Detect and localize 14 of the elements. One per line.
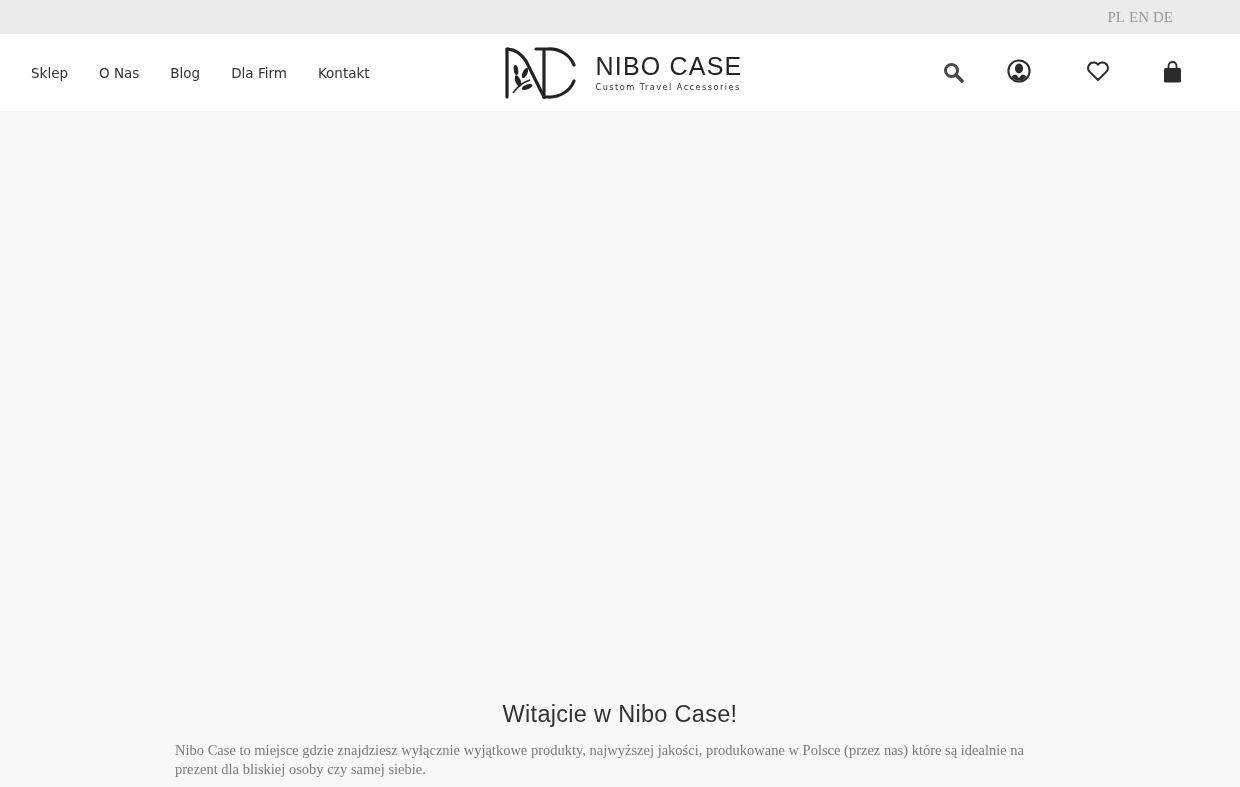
brand-name: NIBO CASE [595, 52, 743, 80]
brand-tagline: Custom Travel Accessories [595, 81, 741, 93]
nav-link[interactable]: Dla Firm [231, 64, 287, 81]
welcome-heading: Witajcie w Nibo Case! [501, 700, 739, 729]
welcome-text: Nibo Case to miejsce gdzie znajdziesz wyłącznie wyjątkowe produkty, najwyższej jakości, produkowane w Polsce (przez nas) które są idealnie na prezent dla bliskiej osoby czy samej siebie. [175, 741, 1026, 779]
user-icon[interactable] [1007, 58, 1031, 83]
monogram-logo-icon[interactable] [503, 46, 576, 99]
nav-link[interactable]: Blog [170, 64, 201, 81]
shopping-bag-icon[interactable] [1163, 60, 1182, 83]
nav-link[interactable]: Kontakt [317, 64, 370, 81]
nav-link[interactable]: O Nas [99, 64, 140, 81]
nav-link[interactable]: Sklep [31, 64, 68, 81]
search-icon[interactable] [943, 62, 964, 83]
heart-icon[interactable] [1086, 60, 1110, 82]
